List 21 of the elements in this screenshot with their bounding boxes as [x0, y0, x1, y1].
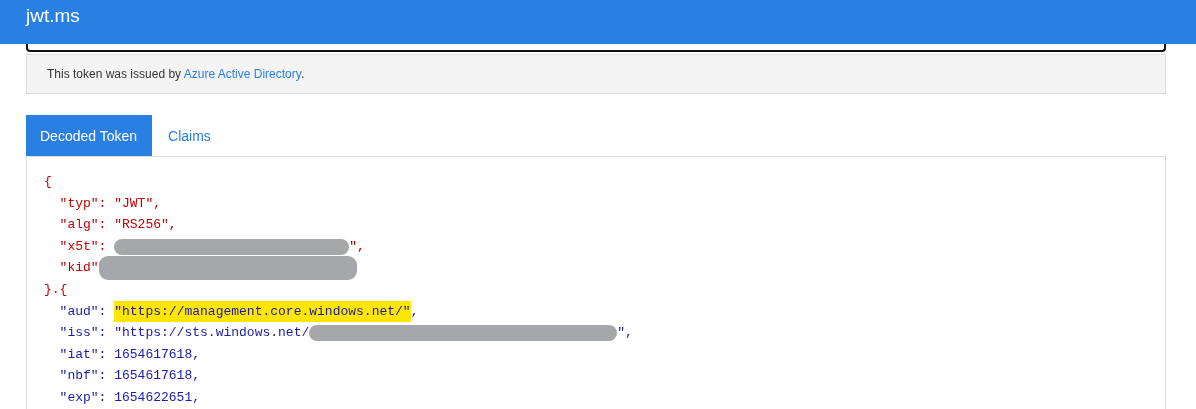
app-title[interactable]: jwt.ms	[26, 5, 80, 27]
code-text: "exp": 1654622651,	[58, 388, 201, 407]
tab[interactable]: Claims	[154, 115, 226, 156]
code-text: "iat": 1654617618,	[58, 345, 201, 364]
code-text: {	[44, 173, 52, 191]
code-text: "x5t":	[58, 237, 108, 256]
issuer-link[interactable]: Azure Active Directory	[183, 67, 301, 81]
highlighted-code-text: "https://management.core.windows.net/"	[114, 300, 411, 323]
code-text: "alg": "RS256",	[58, 216, 177, 235]
code-text: "kid"	[58, 259, 99, 278]
tab[interactable]: Decoded Token	[26, 115, 153, 156]
code-text: "aud":	[58, 302, 108, 321]
code-text: }.{	[44, 280, 68, 299]
token-input-field[interactable]	[26, 44, 1166, 52]
code-text: "typ": "JWT",	[58, 194, 162, 213]
code-text: ",	[617, 324, 633, 343]
code-text: ,	[410, 302, 419, 321]
code-text: "iss": "https://sts.windows.net/	[58, 324, 310, 343]
issuer-notice: This token was issued by Azure Active Directory.	[47, 67, 305, 81]
code-text: "nbf": 1654617618,	[58, 367, 201, 386]
code-text: ",	[349, 237, 365, 256]
